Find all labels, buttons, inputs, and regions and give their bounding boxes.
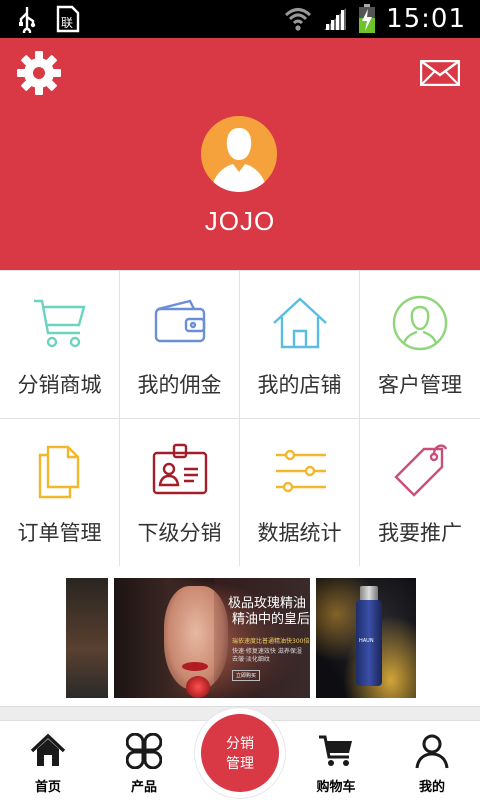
home-icon xyxy=(273,297,327,349)
banner-brand: HAUN xyxy=(359,638,374,644)
grid-circles-icon xyxy=(126,733,162,769)
bottom-tab-bar: 首页 产品 分销 管理 购物车 我的 xyxy=(0,707,480,800)
banner-buy-button[interactable]: 立即购买 xyxy=(232,670,261,681)
tab-products[interactable]: 产品 xyxy=(96,721,192,800)
distribution-management-button[interactable]: 分销 管理 xyxy=(194,707,286,799)
menu-label: 我的佣金 xyxy=(137,373,222,397)
menu-grid: 分销商城 我的佣金 我的店铺 客户管理 订单管理 下级分销 数据统计 我要推广 xyxy=(0,270,480,567)
id-badge-icon xyxy=(152,443,208,495)
tab-home[interactable]: 首页 xyxy=(0,721,96,800)
banner-section: 极品玫瑰精油 精油中的皇后 瑞依速度比普通精油快300倍 快速·修复速效快 滋养… xyxy=(0,566,480,706)
wifi-icon xyxy=(285,8,312,31)
banner-photo-lips xyxy=(182,662,208,671)
cart-icon xyxy=(319,735,352,766)
sliders-icon xyxy=(276,449,326,493)
menu-item-orders[interactable]: 订单管理 xyxy=(0,419,120,567)
usb-icon xyxy=(19,7,36,33)
banner-photo-ring xyxy=(186,676,210,698)
profile-header: JOJO xyxy=(0,38,480,270)
gear-icon[interactable] xyxy=(16,50,62,96)
username: JOJO xyxy=(204,206,276,236)
status-right-icons: 15:01 xyxy=(284,2,466,36)
shopping-cart-icon xyxy=(34,299,86,348)
person-circle-icon xyxy=(392,295,448,351)
banner-headline-2: 精油中的皇后 xyxy=(232,612,311,627)
menu-item-mall[interactable]: 分销商城 xyxy=(0,271,120,419)
price-tag-icon xyxy=(394,444,448,497)
documents-icon xyxy=(38,445,80,499)
menu-label: 客户管理 xyxy=(378,373,462,397)
center-button-line-2: 管理 xyxy=(226,756,254,772)
distribution-management-circle: 分销 管理 xyxy=(201,714,279,792)
center-button-line-1: 分销 xyxy=(226,736,254,752)
user-avatar-icon xyxy=(211,128,267,192)
status-left-icons: 联 xyxy=(16,5,80,33)
signal-icon xyxy=(324,8,347,30)
menu-item-commission[interactable]: 我的佣金 xyxy=(120,271,240,419)
tab-cart[interactable]: 购物车 xyxy=(288,721,384,800)
menu-label: 分销商城 xyxy=(17,373,102,397)
status-time: 15:01 xyxy=(386,4,466,34)
menu-label: 订单管理 xyxy=(17,521,102,545)
menu-label: 下级分销 xyxy=(137,521,222,545)
tab-label: 首页 xyxy=(34,780,61,795)
menu-label: 我的店铺 xyxy=(257,373,342,397)
tab-mine[interactable]: 我的 xyxy=(384,721,480,800)
wallet-icon xyxy=(154,299,206,343)
menu-item-my-store[interactable]: 我的店铺 xyxy=(240,271,360,419)
banner-detail-3: 去皱·淡化细纹 xyxy=(232,656,270,663)
tab-label: 购物车 xyxy=(316,780,356,795)
status-bar: 联 15:01 xyxy=(0,0,480,38)
person-icon xyxy=(415,734,449,769)
battery-charging-icon xyxy=(359,4,376,33)
menu-item-statistics[interactable]: 数据统计 xyxy=(240,419,360,567)
avatar[interactable] xyxy=(201,116,277,192)
menu-item-customers[interactable]: 客户管理 xyxy=(360,271,480,419)
sim-notification-icon: 联 xyxy=(56,5,80,33)
menu-item-promote[interactable]: 我要推广 xyxy=(360,419,480,567)
tab-label: 产品 xyxy=(130,780,157,795)
home-icon xyxy=(30,733,66,766)
menu-label: 数据统计 xyxy=(257,521,342,545)
menu-item-sub-distribution[interactable]: 下级分销 xyxy=(120,419,240,567)
menu-label: 我要推广 xyxy=(378,521,462,545)
svg-text:联: 联 xyxy=(61,16,73,30)
tab-label: 我的 xyxy=(418,780,445,795)
banner-detail-1: 瑞依速度比普通精油快300倍 xyxy=(232,638,310,645)
envelope-icon[interactable] xyxy=(420,60,460,86)
banner-left-strip xyxy=(66,578,108,698)
promo-banner[interactable]: 极品玫瑰精油 精油中的皇后 瑞依速度比普通精油快300倍 快速·修复速效快 滋养… xyxy=(66,578,416,698)
